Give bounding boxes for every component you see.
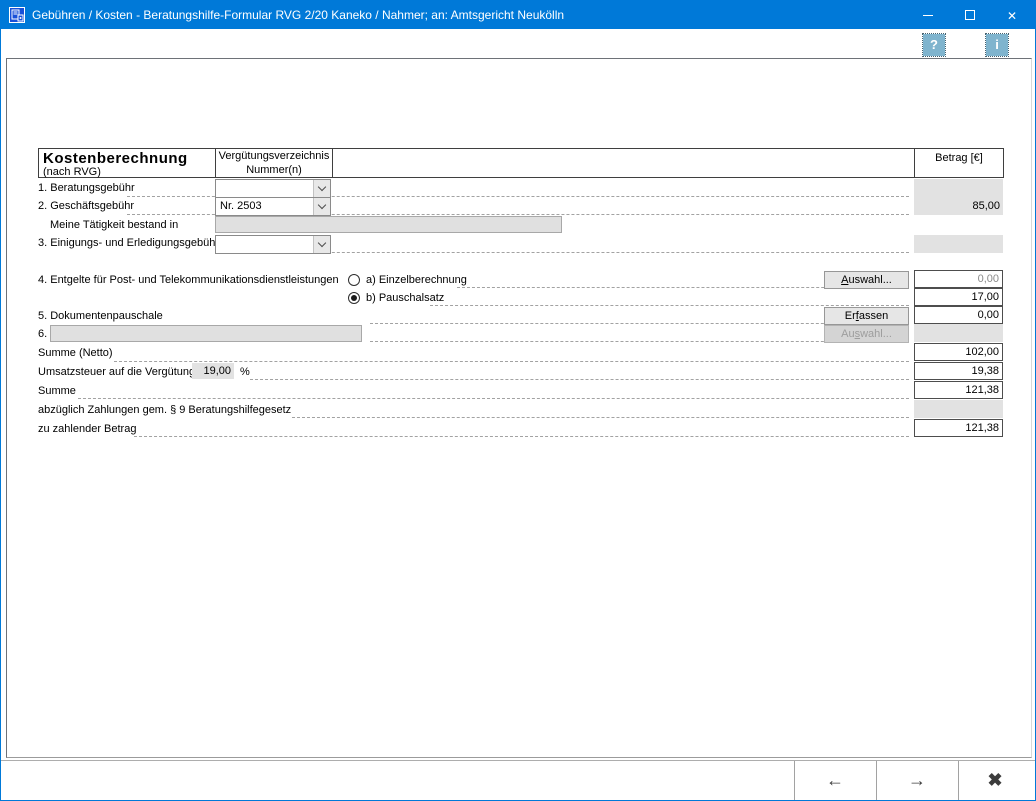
minimize-icon xyxy=(923,15,933,16)
label-einigungsgebuehr: 3. Einigungs- und Erledigungsgebühr xyxy=(38,234,219,252)
label-dokumentenpauschale: 5. Dokumentenpauschale xyxy=(38,307,163,325)
umsatzsteuer-rate: 19,00 xyxy=(192,363,234,379)
leader-line xyxy=(134,436,909,437)
header-kostenberechnung: Kostenberechnung (nach RVG) xyxy=(38,148,216,178)
label-row6: 6. xyxy=(38,325,47,343)
question-icon: ? xyxy=(930,37,938,52)
pauschalsatz-amount[interactable] xyxy=(914,288,1003,306)
dialog-window: Gebühren / Kosten - Beratungshilfe-Formu… xyxy=(0,0,1036,801)
close-form-button[interactable]: ✖ xyxy=(959,761,1031,800)
einigungsgebuehr-select[interactable] xyxy=(215,235,331,254)
summe-netto-amount[interactable] xyxy=(914,343,1003,361)
einigungsgebuehr-amount xyxy=(914,235,1003,253)
chevron-down-icon xyxy=(313,198,330,215)
auswahl-button[interactable]: Auswahl... xyxy=(824,271,909,289)
umsatzsteuer-amount[interactable] xyxy=(914,362,1003,380)
dokumentenpauschale-amount[interactable] xyxy=(914,306,1003,324)
label-summe: Summe xyxy=(38,382,76,400)
label-umsatzsteuer: Umsatzsteuer auf die Vergütung xyxy=(38,363,195,381)
footer-bar: ← → ✖ xyxy=(1,760,1035,800)
leader-line xyxy=(292,417,909,418)
title-bar: Gebühren / Kosten - Beratungshilfe-Formu… xyxy=(1,1,1035,29)
label-zu-zahlen: zu zahlender Betrag xyxy=(38,420,136,438)
summe-amount[interactable] xyxy=(914,381,1003,399)
header-betrag: Betrag [€] xyxy=(914,148,1004,178)
info-button[interactable]: i xyxy=(986,34,1008,56)
leader-line xyxy=(114,361,909,362)
close-icon: ✕ xyxy=(1007,9,1017,23)
row6-amount xyxy=(914,324,1003,342)
geschaeftsgebuehr-select[interactable]: Nr. 2503 xyxy=(215,197,331,216)
label-einzelberechnung[interactable]: a) Einzelberechnung xyxy=(366,271,467,289)
window-title: Gebühren / Kosten - Beratungshilfe-Formu… xyxy=(32,1,564,29)
label-abzueglich: abzüglich Zahlungen gem. § 9 Beratungshi… xyxy=(38,401,291,419)
arrow-right-icon: → xyxy=(908,770,926,790)
radio-einzelberechnung[interactable] xyxy=(348,274,360,286)
erfassen-button[interactable]: Erfassen xyxy=(824,307,909,325)
forward-button[interactable]: → xyxy=(877,761,957,800)
chevron-down-icon xyxy=(313,236,330,253)
info-icon: i xyxy=(995,37,999,52)
abzueglich-amount xyxy=(914,400,1003,418)
header-spacer xyxy=(332,148,915,178)
close-button[interactable]: ✕ xyxy=(989,1,1035,29)
label-summe-netto: Summe (Netto) xyxy=(38,344,113,362)
header-title: Kostenberechnung xyxy=(39,149,215,166)
geschaeftsgebuehr-amount: 85,00 xyxy=(914,197,1003,215)
beratungsgebuehr-select[interactable] xyxy=(215,179,331,198)
form-panel: Kostenberechnung (nach RVG) Vergütungsve… xyxy=(6,58,1032,758)
leader-line xyxy=(232,252,909,253)
taetigkeit-input xyxy=(215,216,562,233)
row6-input xyxy=(50,325,362,342)
close-x-icon: ✖ xyxy=(987,770,1002,790)
einzelberechnung-amount[interactable] xyxy=(914,270,1003,288)
label-entgelte: 4. Entgelte für Post- und Telekommunikat… xyxy=(38,271,339,289)
back-button[interactable]: ← xyxy=(795,761,875,800)
zu-zahlen-amount[interactable] xyxy=(914,419,1003,437)
leader-line xyxy=(78,398,909,399)
arrow-left-icon: ← xyxy=(826,770,844,790)
leader-line xyxy=(250,379,909,380)
app-icon xyxy=(9,7,25,23)
label-geschaeftsgebuehr: 2. Geschäftsgebühr xyxy=(38,197,134,215)
chevron-down-icon xyxy=(313,180,330,197)
label-taetigkeit: Meine Tätigkeit bestand in xyxy=(50,216,178,234)
maximize-button[interactable] xyxy=(947,1,993,29)
auswahl-button-disabled: Auswahl... xyxy=(824,325,909,343)
label-pauschalsatz[interactable]: b) Pauschalsatz xyxy=(366,289,444,307)
beratungsgebuehr-amount xyxy=(914,179,1003,197)
radio-pauschalsatz[interactable] xyxy=(348,292,360,304)
leader-line xyxy=(430,305,909,306)
label-percent: % xyxy=(240,363,250,381)
maximize-icon xyxy=(965,10,975,20)
header-subtitle: (nach RVG) xyxy=(39,166,215,178)
toolbar: ? i xyxy=(1,29,1035,58)
minimize-button[interactable] xyxy=(905,1,951,29)
help-button[interactable]: ? xyxy=(923,34,945,56)
header-vv-nummer: Vergütungsverzeichnis Nummer(n) xyxy=(215,148,333,178)
label-beratungsgebuehr: 1. Beratungsgebühr xyxy=(38,179,135,197)
